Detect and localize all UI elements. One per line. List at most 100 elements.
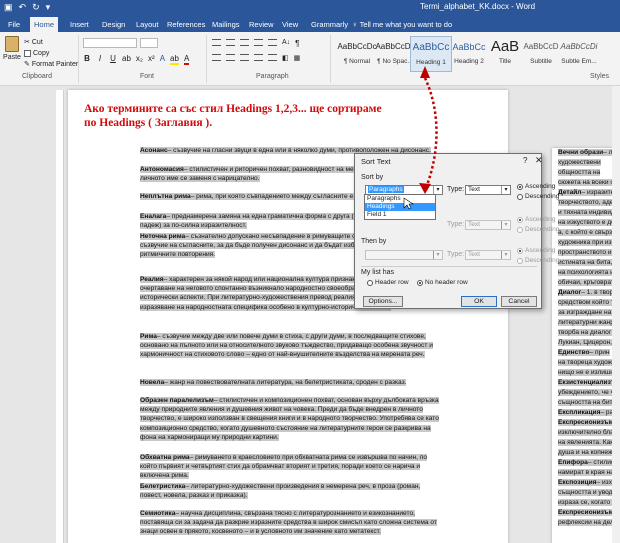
pilcrow-icon[interactable]: ¶ (295, 39, 299, 48)
font-color-icon[interactable]: A (183, 54, 190, 65)
document-line-right[interactable]: рефлексии на дело (558, 518, 620, 527)
tell-me-box[interactable]: ♀ Tell me what you want to do (352, 17, 452, 32)
tab-view[interactable]: View (278, 17, 302, 32)
document-line-right[interactable]: творчеството, адекват (558, 198, 620, 207)
bullets-icon[interactable] (212, 39, 221, 46)
sort-icon[interactable]: A↓ (282, 39, 290, 48)
tab-layout[interactable]: Layout (132, 17, 163, 32)
document-line-right[interactable]: Единство– прин (558, 348, 620, 357)
document-line-right[interactable]: и тяхната индивиду (558, 208, 620, 217)
document-line-right[interactable]: Експозиция– изход (558, 478, 620, 487)
save-icon[interactable]: ▣ (4, 2, 13, 13)
bold-icon[interactable]: B (83, 54, 91, 65)
tab-references[interactable]: References (163, 17, 209, 32)
font-name-box[interactable] (83, 38, 137, 48)
document-line-right[interactable]: художествени (558, 158, 620, 167)
style-normal[interactable]: AaBbCcDc ¶ Normal (336, 36, 378, 72)
document-line-right[interactable]: на твореца художес (558, 358, 620, 367)
tab-mailings[interactable]: Mailings (208, 17, 244, 32)
shading-icon[interactable]: ◧ (282, 54, 289, 62)
tab-insert[interactable]: Insert (66, 17, 93, 32)
tab-review[interactable]: Review (245, 17, 278, 32)
document-paragraph[interactable]: Новела– жанр на повествователната литера… (140, 378, 440, 387)
document-line-right[interactable]: на изкуството е детайл (558, 218, 620, 227)
style-subtle-emphasis[interactable]: AaBbCcDi Subtle Em... (558, 36, 600, 72)
document-line-right[interactable]: сюжета на всеки от (558, 178, 620, 187)
decrease-indent-icon[interactable] (254, 39, 263, 46)
document-line-right[interactable]: Епифора– стилис (558, 458, 620, 467)
dropdown-option-headings[interactable]: Headings (365, 203, 435, 211)
undo-icon[interactable]: ↶ (19, 2, 27, 13)
document-line-right[interactable]: творба на диалог м (558, 328, 620, 337)
strikethrough-icon[interactable]: ab (122, 54, 131, 65)
align-center-icon[interactable] (226, 54, 235, 61)
document-line-right[interactable]: истината на бита, на ист (558, 258, 620, 267)
options-button[interactable]: Options... (363, 296, 403, 307)
justify-icon[interactable] (254, 54, 263, 61)
document-line-right[interactable]: Експликация– разкр (558, 408, 620, 417)
underline-icon[interactable]: U (109, 54, 117, 65)
document-line-right[interactable]: нищо не е излишно (558, 368, 620, 377)
document-line-right[interactable]: пространството и в (558, 248, 620, 257)
document-line-right[interactable]: Лукиан, Цицерон, С (558, 338, 620, 347)
document-line-right[interactable]: на психологията и ж (558, 268, 620, 277)
document-paragraph[interactable]: Рима– съзвучие между две или повече думи… (140, 332, 440, 360)
document-line-right[interactable]: убеждението, че че (558, 388, 620, 397)
document-line-right[interactable]: същността и уводна (558, 488, 620, 497)
document-line-right[interactable]: общността на (558, 168, 620, 177)
tab-grammarly[interactable]: Grammarly (307, 17, 352, 32)
style-subtitle[interactable]: AaBbCcD Subtitle (520, 36, 562, 72)
tab-home[interactable]: Home (30, 17, 59, 32)
type-select[interactable]: Text ▾ (465, 185, 511, 195)
borders-icon[interactable]: ▦ (294, 54, 301, 62)
paste-button[interactable]: Paste (3, 36, 21, 70)
dropdown-option-paragraphs[interactable]: Paragraphs (365, 195, 435, 203)
document-line-right[interactable]: Експресионизъм– (558, 508, 620, 517)
style-heading-1[interactable]: AaBbCc Heading 1 (410, 36, 452, 72)
dropdown-option-field-1[interactable]: Field 1 (365, 211, 435, 219)
document-line-right[interactable]: Екзистенциализъм (558, 378, 620, 387)
descending-radio[interactable]: Descending (517, 193, 559, 200)
document-line-right[interactable]: а, с който е свързан (558, 228, 620, 237)
ok-button[interactable]: OK (461, 296, 497, 307)
font-size-box[interactable] (140, 38, 158, 48)
document-line-right[interactable]: за изграждане на з (558, 308, 620, 317)
header-row-radio[interactable]: Header row (367, 279, 409, 286)
vertical-scrollbar[interactable] (612, 86, 620, 543)
document-line-right[interactable]: намират в края на д (558, 468, 620, 477)
document-paragraph[interactable]: Образен паралелизъм– стилистичен и компо… (140, 396, 440, 442)
subscript-icon[interactable]: x₂ (136, 54, 143, 65)
align-left-icon[interactable] (212, 54, 221, 61)
document-line-right[interactable]: изключително благ (558, 428, 620, 437)
numbering-icon[interactable] (226, 39, 235, 46)
document-line-right[interactable]: душа и на копнежа (558, 448, 620, 457)
close-icon[interactable]: ✕ (535, 155, 543, 166)
document-paragraph[interactable]: Семиотика– научна дисциплина, свързана т… (140, 509, 440, 537)
line-spacing-icon[interactable] (268, 54, 277, 61)
document-line-right[interactable]: Диалог– 1. в творб (558, 288, 620, 297)
document-line-right[interactable]: художника при изгр (558, 238, 620, 247)
cancel-button[interactable]: Cancel (501, 296, 537, 307)
cut-button[interactable]: ✂ Cut (24, 37, 43, 47)
document-paragraph[interactable]: Белетристика– литературно-художествени п… (140, 482, 440, 500)
highlight-icon[interactable]: ab (170, 54, 179, 65)
document-line-right[interactable]: обичаи, кръговрата (558, 278, 620, 287)
document-line-right[interactable]: израза се, когато то (558, 498, 620, 507)
italic-icon[interactable]: I (96, 54, 104, 65)
multilevel-list-icon[interactable] (240, 39, 249, 46)
increase-indent-icon[interactable] (268, 39, 277, 46)
document-line-right[interactable]: Експресионизъм– естет (558, 418, 620, 427)
align-right-icon[interactable] (240, 54, 249, 61)
document-line-right[interactable]: Детайл– изразител (558, 188, 620, 197)
no-header-row-radio[interactable]: No header row (417, 279, 468, 286)
document-line-right[interactable]: литературни жанр (558, 318, 620, 327)
tab-file[interactable]: File (4, 17, 24, 32)
help-icon[interactable]: ? (523, 156, 527, 165)
tab-design[interactable]: Design (98, 17, 129, 32)
superscript-icon[interactable]: x² (148, 54, 155, 65)
ascending-radio[interactable]: Ascending (517, 183, 555, 190)
format-painter-button[interactable]: ✎ Format Painter (24, 59, 78, 69)
document-paragraph[interactable]: Обхватна рима– римуването в краесловието… (140, 453, 440, 481)
document-line-right[interactable]: Вечни образи– лите (558, 148, 620, 157)
document-line-right[interactable]: на явленията. Както в ед (558, 438, 620, 447)
